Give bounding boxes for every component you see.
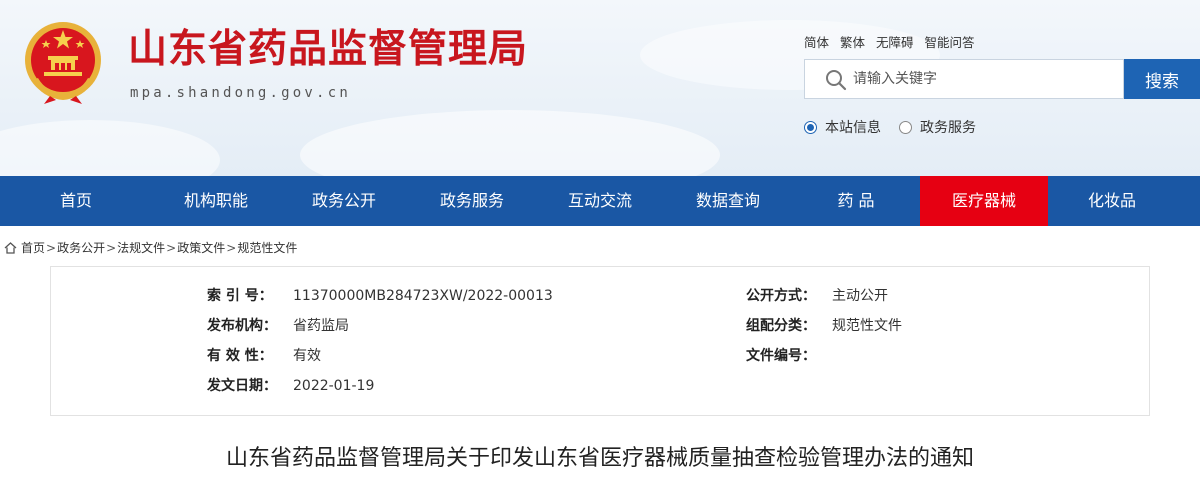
home-icon (4, 241, 17, 254)
info-value: 规范性文件 (832, 318, 902, 334)
top-link-accessibility[interactable]: 无障碍 (876, 32, 914, 51)
info-value: 有效 (293, 348, 321, 364)
breadcrumb: 首页 > 政务公开 > 法规文件 > 政策文件 > 规范性文件 (4, 239, 297, 256)
nav-item-functions[interactable]: 机构职能 (152, 176, 280, 226)
nav-item-home[interactable]: 首页 (0, 176, 152, 226)
top-link-traditional[interactable]: 繁体 (840, 32, 865, 51)
breadcrumb-separator: > (46, 240, 57, 255)
site-domain: mpa.shandong.gov.cn (130, 85, 351, 101)
info-row-validity: 有 效 性： 有效 (207, 345, 321, 365)
main-nav: 首页 机构职能 政务公开 政务服务 互动交流 数据查询 药 品 医疗器械 化妆品 (0, 176, 1200, 226)
search-icon (826, 70, 847, 91)
info-label: 公开方式： (746, 288, 816, 304)
info-label: 有 效 性： (207, 348, 273, 364)
search-button[interactable]: 搜索 (1124, 59, 1200, 99)
search-scope: 本站信息 政务服务 (804, 117, 994, 137)
scope-option-label: 政务服务 (920, 120, 976, 136)
info-row-open-mode: 公开方式： 主动公开 (746, 285, 888, 305)
info-row-category: 组配分类： 规范性文件 (746, 315, 902, 335)
document-info-panel: 索 引 号： 11370000MB284723XW/2022-00013 发布机构… (50, 266, 1150, 416)
nav-item-services[interactable]: 政务服务 (408, 176, 536, 226)
radio-unchecked-icon[interactable] (899, 120, 912, 134)
nav-item-interaction[interactable]: 互动交流 (536, 176, 664, 226)
nav-item-open-affairs[interactable]: 政务公开 (280, 176, 408, 226)
info-label: 发布机构： (207, 318, 277, 334)
info-label: 索 引 号： (207, 288, 273, 304)
nav-item-medical-devices[interactable]: 医疗器械 (920, 176, 1048, 226)
breadcrumb-separator: > (226, 240, 237, 255)
scope-option-services[interactable]: 政务服务 (899, 117, 976, 137)
scope-option-label: 本站信息 (825, 120, 881, 136)
info-value: 主动公开 (832, 288, 888, 304)
search-input[interactable] (853, 61, 1113, 97)
info-row-publisher: 发布机构： 省药监局 (207, 315, 349, 335)
breadcrumb-separator: > (166, 240, 177, 255)
info-row-index: 索 引 号： 11370000MB284723XW/2022-00013 (207, 285, 553, 305)
info-value: 2022-01-19 (293, 378, 375, 394)
info-label: 组配分类： (746, 318, 816, 334)
breadcrumb-policy-docs[interactable]: 政策文件 (177, 239, 225, 256)
search-box (804, 59, 1124, 99)
top-link-simplified[interactable]: 简体 (804, 32, 829, 51)
info-row-date: 发文日期： 2022-01-19 (207, 375, 374, 395)
nav-item-cosmetics[interactable]: 化妆品 (1048, 176, 1176, 226)
info-value: 11370000MB284723XW/2022-00013 (293, 288, 553, 304)
breadcrumb-separator: > (106, 240, 117, 255)
scope-option-site[interactable]: 本站信息 (804, 117, 881, 137)
breadcrumb-regulations[interactable]: 法规文件 (117, 239, 165, 256)
national-emblem-icon[interactable] (22, 20, 104, 104)
nav-item-drugs[interactable]: 药 品 (792, 176, 920, 226)
breadcrumb-home[interactable]: 首页 (21, 239, 45, 256)
info-label: 文件编号： (746, 348, 816, 364)
info-row-doc-number: 文件编号： (746, 345, 832, 365)
breadcrumb-normative-docs[interactable]: 规范性文件 (237, 239, 297, 256)
site-name[interactable]: 山东省药品监督管理局 (128, 26, 528, 74)
info-label: 发文日期： (207, 378, 277, 394)
document-title: 山东省药品监督管理局关于印发山东省医疗器械质量抽查检验管理办法的通知 (225, 446, 974, 471)
top-link-smart-qa[interactable]: 智能问答 (925, 32, 975, 51)
nav-item-data-query[interactable]: 数据查询 (664, 176, 792, 226)
breadcrumb-open-affairs[interactable]: 政务公开 (57, 239, 105, 256)
radio-checked-icon[interactable] (804, 120, 817, 134)
top-links: 简体 繁体 无障碍 智能问答 (804, 32, 975, 51)
info-value: 省药监局 (293, 318, 349, 334)
